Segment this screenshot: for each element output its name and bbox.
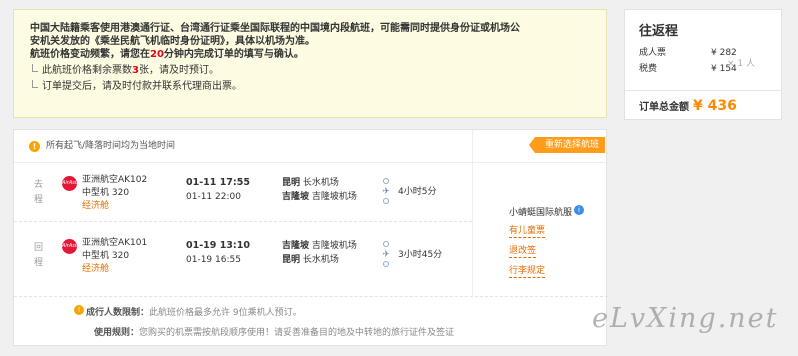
airasia-logo-icon: AirAsia xyxy=(62,176,79,191)
reselect-flight-button[interactable]: 重新选择航班 xyxy=(528,137,606,153)
airline-info: 亚洲航空AK102 中型机 320 经济舱 xyxy=(82,174,147,213)
child-ticket-link[interactable]: 有儿童票 xyxy=(509,225,546,238)
warning-icon: ! xyxy=(74,305,84,315)
cabin-class: 经济舱 xyxy=(82,264,110,274)
passenger-multiplier: × 1 人 xyxy=(727,59,755,69)
airports: 吉隆坡 吉隆坡机场 昆明 长水机场 xyxy=(282,239,357,267)
tax-label: 税费 xyxy=(639,64,658,74)
route-end-dot xyxy=(383,261,389,267)
arrival-airport: 吉隆坡 吉隆坡机场 xyxy=(282,192,357,202)
passenger-limit-rule: ! 成行人数限制：此航班价格最多允许 9位乘机人预订。 xyxy=(74,305,302,318)
usage-rule: 使用规则：您购买的机票需按航段顺序使用！请妥善准备目的地及中转地的旅行证件及签证 xyxy=(94,328,455,338)
notice-line: 中国大陆籍乘客使用港澳通行证、台湾通行证乘坐国际联程的中国境内段航班，可能需同时… xyxy=(30,23,520,34)
order-total: 订单总金额 ¥ 436 xyxy=(639,98,737,114)
arrival-time: 01-19 16:55 xyxy=(186,255,241,265)
agency-name[interactable]: 小蜻蜓国际航服 i xyxy=(509,205,585,218)
aircraft-type: 中型机 320 xyxy=(82,251,130,261)
adult-fare-label: 成人票 xyxy=(639,48,667,58)
baggage-rules-link[interactable]: 行李规定 xyxy=(509,265,546,278)
leg-direction: 回程 xyxy=(34,243,44,268)
order-page: 中国大陆籍乘客使用港澳通行证、台湾通行证乘坐国际联程的中国境内段航班，可能需同时… xyxy=(0,0,798,356)
local-time-note: 所有起飞/降落时间均为当地时间 xyxy=(46,141,176,151)
info-icon[interactable]: i xyxy=(574,205,585,215)
price-summary: 往返程 成人票 ¥ 282 税费 ¥ 154 × 1 人 订单总金额 ¥ 436 xyxy=(624,9,782,120)
departure-airport: 吉隆坡 吉隆坡机场 xyxy=(282,241,357,251)
payment-notice: 订单提交后，请及时付款并联系代理商出票。 xyxy=(30,80,596,93)
airasia-logo-icon: AirAsia xyxy=(62,239,79,254)
route-start-dot xyxy=(383,178,389,184)
airline-info: 亚洲航空AK101 中型机 320 经济舱 xyxy=(82,237,147,276)
remaining-tickets-notice: 此航班价格剩余票数3张，请及时预订。 xyxy=(30,64,596,77)
airline-flight-number: 亚洲航空AK102 xyxy=(82,175,148,185)
flight-panel: ! 所有起飞/降落时间均为当地时间 去程 AirAsia 亚洲航空AK102 中… xyxy=(13,129,608,347)
divider xyxy=(625,90,781,91)
leg-direction: 去程 xyxy=(34,180,44,205)
cabin-class: 经济舱 xyxy=(82,201,110,211)
booking-rules: ! 成行人数限制：此航班价格最多允许 9位乘机人预订。 使用规则：您购买的机票需按… xyxy=(14,296,608,347)
aircraft-type: 中型机 320 xyxy=(82,188,130,198)
notice-line: 安机关发放的《乘坐民航飞机临时身份证明》，具体以机场为准。 xyxy=(30,36,315,47)
flight-leg-outbound: 去程 AirAsia 亚洲航空AK102 中型机 320 经济舱 01-11 1… xyxy=(14,164,472,222)
total-label: 订单总金额 xyxy=(639,102,689,113)
airports: 昆明 长水机场 吉隆坡 吉隆坡机场 xyxy=(282,176,357,204)
plane-icon: ✈ xyxy=(382,187,390,197)
trip-type-title: 往返程 xyxy=(639,24,679,39)
route-end-dot xyxy=(383,198,389,204)
warning-icon: ! xyxy=(29,141,40,152)
notice-box: 中国大陆籍乘客使用港澳通行证、台湾通行证乘坐国际联程的中国境内段航班，可能需同时… xyxy=(13,9,607,118)
flight-times: 01-11 17:55 01-11 22:00 xyxy=(186,176,250,204)
price-change-notice: 航班价格变动频繁，请您在20分钟内完成订单的填写与确认。 xyxy=(30,49,304,60)
route-indicator: ✈ xyxy=(381,178,391,204)
total-price: ¥ 436 xyxy=(693,98,737,114)
plane-icon: ✈ xyxy=(382,250,390,260)
flight-times: 01-19 13:10 01-19 16:55 xyxy=(186,239,250,267)
arrival-time: 01-11 22:00 xyxy=(186,192,241,202)
flight-duration: 4小时5分 xyxy=(398,187,437,197)
departure-time: 01-19 13:10 xyxy=(186,240,250,251)
airline-flight-number: 亚洲航空AK101 xyxy=(82,238,148,248)
arrival-airport: 昆明 长水机场 xyxy=(282,255,339,265)
watermark: eLvXing.net xyxy=(592,303,779,334)
refund-change-link[interactable]: 退改签 xyxy=(509,245,537,258)
departure-airport: 昆明 长水机场 xyxy=(282,178,339,188)
flight-duration: 3小时45分 xyxy=(398,250,443,260)
route-indicator: ✈ xyxy=(381,241,391,267)
route-start-dot xyxy=(383,241,389,247)
departure-time: 01-11 17:55 xyxy=(186,177,250,188)
flight-side-panel: 重新选择航班 小蜻蜓国际航服 i 有儿童票 退改签 行李规定 xyxy=(472,130,606,296)
flight-leg-return: 回程 AirAsia 亚洲航空AK101 中型机 320 经济舱 01-19 1… xyxy=(14,227,472,285)
